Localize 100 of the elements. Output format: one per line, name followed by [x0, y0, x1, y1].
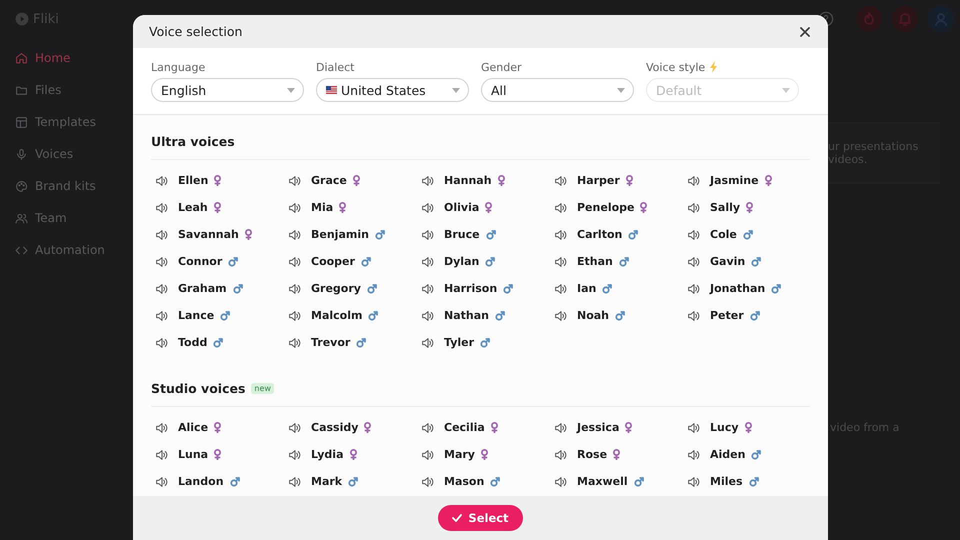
speaker-icon — [288, 448, 301, 460]
speaker-icon — [421, 202, 434, 214]
flame-icon — [856, 6, 882, 32]
voice-name[interactable]: Jasmine — [710, 174, 759, 187]
voice-name[interactable]: Cecilia — [444, 421, 485, 434]
voice-name[interactable]: Ellen — [178, 174, 208, 187]
speaker-icon — [155, 336, 168, 348]
voice-name[interactable]: Peter — [710, 309, 744, 322]
voice-name[interactable]: Todd — [178, 336, 208, 349]
speaker-icon — [155, 422, 168, 434]
voice-name[interactable]: Alice — [178, 421, 208, 434]
speaker-icon — [554, 228, 567, 240]
dropdown[interactable]: All — [481, 78, 634, 102]
speaker-icon — [554, 174, 567, 186]
voice-name[interactable]: Jonathan — [710, 282, 766, 295]
voice-name[interactable]: Bruce — [444, 228, 480, 241]
voice-name[interactable]: Lucy — [710, 421, 739, 434]
dropdown[interactable]: English — [151, 78, 304, 102]
speaker-icon — [687, 448, 700, 460]
home-icon — [15, 52, 28, 64]
voice-name[interactable]: Dylan — [444, 255, 480, 268]
section-title: Studio voices — [151, 380, 246, 396]
female-icon — [498, 175, 505, 186]
voice-name[interactable]: Maxwell — [577, 475, 628, 488]
speaker-icon — [554, 422, 567, 434]
male-icon — [348, 476, 358, 486]
voice-name[interactable]: Penelope — [577, 201, 634, 214]
male-icon — [356, 338, 366, 348]
voice-name[interactable]: Mark — [311, 475, 342, 488]
female-icon — [625, 422, 632, 433]
voice-name[interactable]: Mary — [444, 448, 475, 461]
voice-name[interactable]: Gregory — [311, 282, 361, 295]
voice-name[interactable]: Hannah — [444, 174, 492, 187]
voice-name[interactable]: Miles — [710, 475, 742, 488]
voice-name[interactable]: Trevor — [311, 336, 350, 349]
voice-name[interactable]: Jessica — [577, 421, 620, 434]
voice-name[interactable]: Cooper — [311, 255, 355, 268]
speaker-icon — [288, 310, 301, 322]
voice-name[interactable]: Landon — [178, 475, 224, 488]
voice-name[interactable]: Noah — [577, 309, 610, 322]
voice-name[interactable]: Lance — [178, 309, 214, 322]
voice-name[interactable]: Savannah — [178, 228, 239, 241]
check-icon — [452, 514, 462, 522]
male-icon — [748, 476, 758, 486]
voice-name[interactable]: Cassidy — [311, 421, 358, 434]
voice-name[interactable]: Ian — [577, 282, 596, 295]
voice-name[interactable]: Mia — [311, 201, 334, 214]
speaker-icon — [687, 202, 700, 214]
female-icon — [339, 202, 346, 213]
speaker-icon — [421, 282, 434, 294]
male-icon — [374, 230, 385, 240]
voice-name[interactable]: Lydia — [311, 448, 344, 461]
flag-icon — [326, 86, 337, 94]
voice-name[interactable]: Grace — [311, 174, 347, 187]
male-icon — [615, 310, 626, 320]
voice-name[interactable]: Aiden — [710, 448, 746, 461]
female-icon — [214, 449, 222, 460]
voice-name[interactable]: Harper — [577, 174, 620, 187]
voice-name[interactable]: Connor — [178, 255, 222, 268]
female-icon — [350, 449, 357, 460]
speaker-icon — [155, 476, 168, 488]
male-icon — [490, 476, 500, 486]
voice-name[interactable]: Harrison — [444, 282, 498, 295]
male-icon — [750, 310, 760, 320]
male-icon — [366, 284, 377, 294]
female-icon — [214, 202, 221, 213]
voice-name[interactable]: Leah — [178, 201, 208, 214]
voice-name[interactable]: Carlton — [577, 228, 622, 241]
voice-name[interactable]: Sally — [710, 201, 740, 214]
voice-name[interactable]: Cole — [710, 228, 737, 241]
close-button[interactable] — [798, 24, 812, 38]
voice-name[interactable]: Gavin — [710, 255, 746, 268]
speaker-icon — [421, 448, 434, 460]
male-icon — [751, 450, 762, 460]
close-icon — [800, 26, 810, 36]
voice-name[interactable]: Olivia — [444, 201, 480, 214]
voice-name[interactable]: Benjamin — [311, 228, 369, 241]
speaker-icon — [288, 202, 301, 214]
caret-icon — [452, 88, 460, 92]
select-button[interactable]: Select — [438, 504, 523, 530]
voice-name[interactable]: Ethan — [577, 255, 613, 268]
female-icon — [485, 202, 492, 213]
speaker-icon — [687, 422, 700, 434]
dropdown[interactable]: United States — [316, 78, 469, 102]
female-icon — [764, 175, 772, 186]
voice-name[interactable]: Nathan — [444, 309, 489, 322]
male-icon — [628, 230, 638, 240]
voice-name[interactable]: Mason — [444, 475, 484, 488]
voice-name[interactable]: Luna — [178, 448, 208, 461]
logo-icon — [15, 12, 29, 26]
speaker-icon — [421, 174, 434, 186]
filter-label: Language — [151, 60, 206, 74]
female-icon — [480, 449, 488, 460]
voice-name[interactable]: Tyler — [444, 336, 474, 349]
speaker-icon — [554, 310, 567, 322]
voice-name[interactable]: Rose — [577, 448, 608, 461]
speaker-icon — [155, 228, 168, 240]
voice-name[interactable]: Graham — [178, 282, 227, 295]
palette-icon — [15, 180, 28, 192]
voice-name[interactable]: Malcolm — [311, 309, 362, 322]
